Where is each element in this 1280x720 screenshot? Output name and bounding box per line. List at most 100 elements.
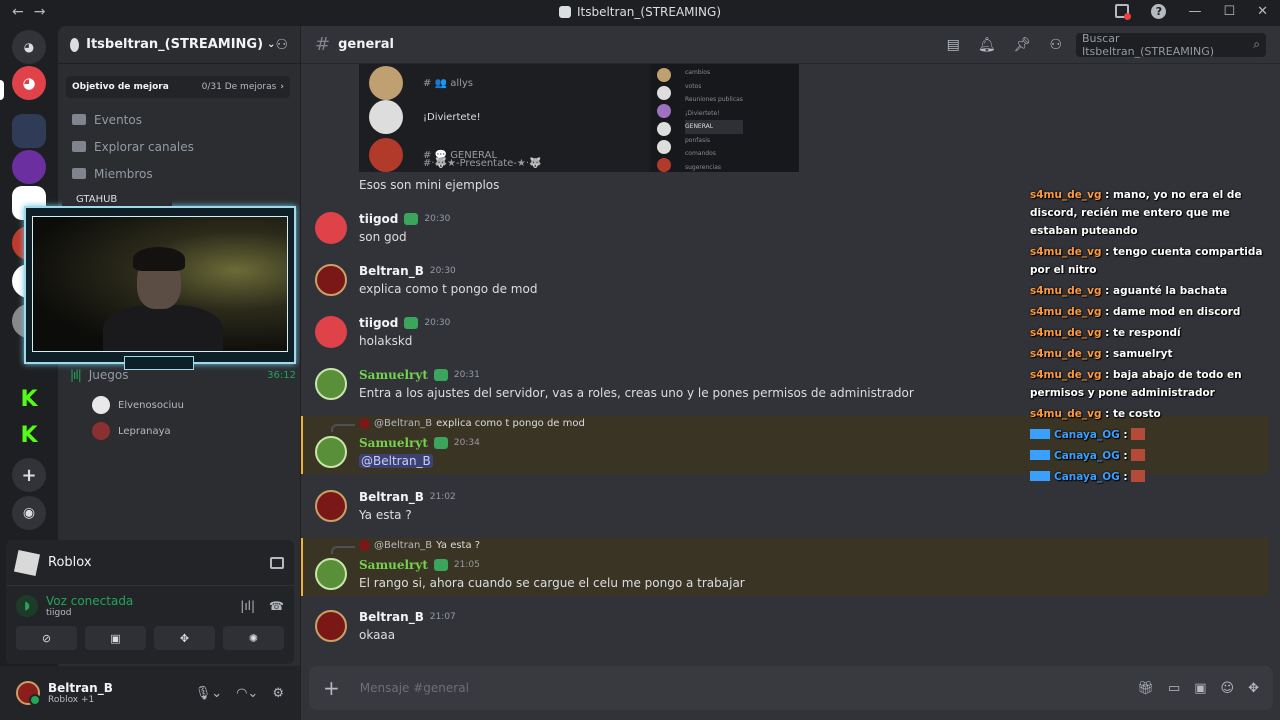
server-icon-1[interactable]: ◕: [12, 66, 46, 100]
members-icon: [72, 168, 86, 179]
message-author[interactable]: Beltran_B: [359, 610, 424, 624]
webcam-person-hair: [133, 247, 185, 271]
message-author[interactable]: Samuelryt: [359, 368, 428, 382]
close-button[interactable]: ✕: [1257, 4, 1268, 19]
noise-suppression-icon[interactable]: |ıl|: [240, 599, 255, 613]
chevron-down-icon: ⌄: [267, 39, 276, 50]
game-activity[interactable]: Roblox: [6, 540, 294, 586]
message-image-attachment[interactable]: # 👥 allys ¡Diviertete! # 💬 GENERAL #·🐺★-…: [359, 64, 799, 172]
stream-chat-line: s4mu_de_vg : te respondí: [1030, 327, 1181, 339]
avatar[interactable]: [315, 490, 347, 522]
stream-chat-line: Canaya_OG :: [1030, 426, 1276, 444]
kick-server-icon-2[interactable]: K: [12, 418, 46, 452]
sticker-icon[interactable]: ▣: [1194, 681, 1206, 696]
user-name[interactable]: Beltran_B: [48, 681, 113, 695]
discord-home-icon[interactable]: ◕: [12, 30, 46, 64]
screen-share-button[interactable]: ▣: [85, 626, 146, 650]
help-icon[interactable]: ?: [1151, 4, 1167, 19]
server-icon-3[interactable]: [12, 150, 46, 184]
maximize-button[interactable]: ☐: [1223, 4, 1235, 19]
apps-icon[interactable]: ✥: [1248, 681, 1259, 696]
message-author[interactable]: Beltran_B: [359, 264, 424, 278]
message-author[interactable]: Beltran_B: [359, 490, 424, 504]
voice-user[interactable]: Elvenosociuu: [92, 396, 184, 414]
bell-icon[interactable]: 🔔︎: [978, 37, 996, 53]
badge-icon: [1030, 450, 1050, 460]
microphone-icon[interactable]: 🎙︎⌄: [195, 686, 222, 701]
reply-author[interactable]: @Beltran_B: [374, 418, 432, 429]
server-icon-2[interactable]: [12, 114, 46, 148]
server-icon: [558, 6, 571, 18]
boost-goal[interactable]: Objetivo de mejora 0/31 De mejoras ›: [66, 76, 290, 98]
inbox-icon[interactable]: [1115, 4, 1132, 20]
gift-icon[interactable]: 🎁︎: [1137, 681, 1154, 696]
threads-icon[interactable]: ▤: [947, 37, 960, 53]
voice-channel-juegos[interactable]: |ıl| Juegos 36:12: [70, 368, 296, 382]
headphones-icon[interactable]: ◠⌄: [236, 686, 258, 701]
message-author[interactable]: Samuelryt: [359, 558, 428, 572]
voice-channel-name[interactable]: tiigod: [46, 608, 133, 618]
soundboard-button[interactable]: ✺: [223, 626, 284, 650]
sidebar-item-events[interactable]: Eventos: [58, 106, 300, 133]
boost-label: Objetivo de mejora: [72, 82, 169, 92]
sidebar-item-browse-channels[interactable]: Explorar canales: [58, 133, 300, 160]
reply-preview[interactable]: explica como t pongo de mod: [436, 418, 585, 429]
server-header[interactable]: Itsbeltran_(STREAMING) ⌄ ⚇: [58, 26, 300, 64]
pin-icon[interactable]: 📌︎: [1014, 37, 1032, 53]
sidebar-item-members[interactable]: Miembros: [58, 160, 300, 187]
gif-icon[interactable]: ▭: [1168, 681, 1180, 696]
reply-preview[interactable]: Ya esta ?: [436, 540, 480, 551]
message-author[interactable]: tiigod: [359, 316, 398, 330]
server-name: Itsbeltran_(STREAMING): [86, 37, 264, 52]
avatar[interactable]: [315, 264, 347, 296]
role-badge-icon: [433, 559, 448, 571]
activities-button[interactable]: ✥: [154, 626, 215, 650]
embed-screenshot-right: cambios votos Reuniones publicas ¡Divier…: [651, 64, 799, 172]
emoji-icon[interactable]: ☺: [1221, 681, 1235, 696]
selected-pill: [0, 80, 4, 100]
message-author[interactable]: tiigod: [359, 212, 398, 226]
avatar[interactable]: [315, 212, 347, 244]
user-status: Roblox +1: [48, 695, 95, 705]
message-time: 20:31: [453, 370, 480, 380]
reply-connector: [331, 546, 355, 554]
message-text: holakskd: [359, 334, 413, 348]
add-server-icon[interactable]: +: [12, 458, 46, 492]
avatar: [359, 418, 370, 429]
calendar-icon: [72, 114, 86, 125]
avatar[interactable]: [315, 368, 347, 400]
avatar[interactable]: [315, 436, 347, 468]
emote-icon: [1131, 449, 1146, 461]
message-text: son god: [359, 230, 407, 244]
avatar[interactable]: [16, 681, 41, 706]
settings-gear-icon[interactable]: ⚙: [272, 686, 284, 701]
hash-icon: #: [315, 34, 331, 55]
signal-icon[interactable]: ◗: [16, 595, 38, 617]
message-time: 20:30: [424, 214, 451, 224]
message-author[interactable]: Samuelryt: [359, 436, 428, 450]
avatar[interactable]: [315, 610, 347, 642]
avatar: [92, 396, 110, 414]
message-input[interactable]: Mensaje #general: [360, 681, 469, 695]
camera-off-button[interactable]: ⊘: [16, 626, 77, 650]
stream-chat-line: s4mu_de_vg : baja abajo de todo en permi…: [1030, 369, 1242, 399]
voice-user[interactable]: Lepranaya: [92, 422, 171, 440]
disconnect-icon[interactable]: ☎: [269, 599, 284, 613]
message-composer[interactable]: + Mensaje #general 🎁︎ ▭ ▣ ☺ ✥: [309, 666, 1273, 710]
reply-author[interactable]: @Beltran_B: [374, 540, 432, 551]
user-mention[interactable]: @Beltran_B: [359, 454, 433, 468]
voice-status[interactable]: Voz conectada: [46, 594, 133, 608]
explore-icon[interactable]: ◉: [12, 496, 46, 530]
member-list-icon[interactable]: ⚇: [1049, 37, 1062, 53]
list-icon: [72, 141, 86, 152]
invite-people-icon[interactable]: ⚇: [275, 37, 288, 53]
stream-chat-overlay: s4mu_de_vg : mano, yo no era el de disco…: [1030, 186, 1276, 489]
add-attachment-icon[interactable]: +: [323, 676, 340, 700]
avatar[interactable]: [315, 558, 347, 590]
share-screen-icon[interactable]: [270, 556, 284, 569]
activity-panel: Roblox ◗ Voz conectada tiigod |ıl| ☎ ⊘ ▣…: [6, 540, 294, 664]
kick-server-icon[interactable]: K: [12, 382, 46, 416]
search-input[interactable]: Buscar Itsbeltran_(STREAMING) ⌕: [1076, 32, 1266, 58]
avatar[interactable]: [315, 316, 347, 348]
minimize-button[interactable]: —: [1188, 4, 1201, 19]
